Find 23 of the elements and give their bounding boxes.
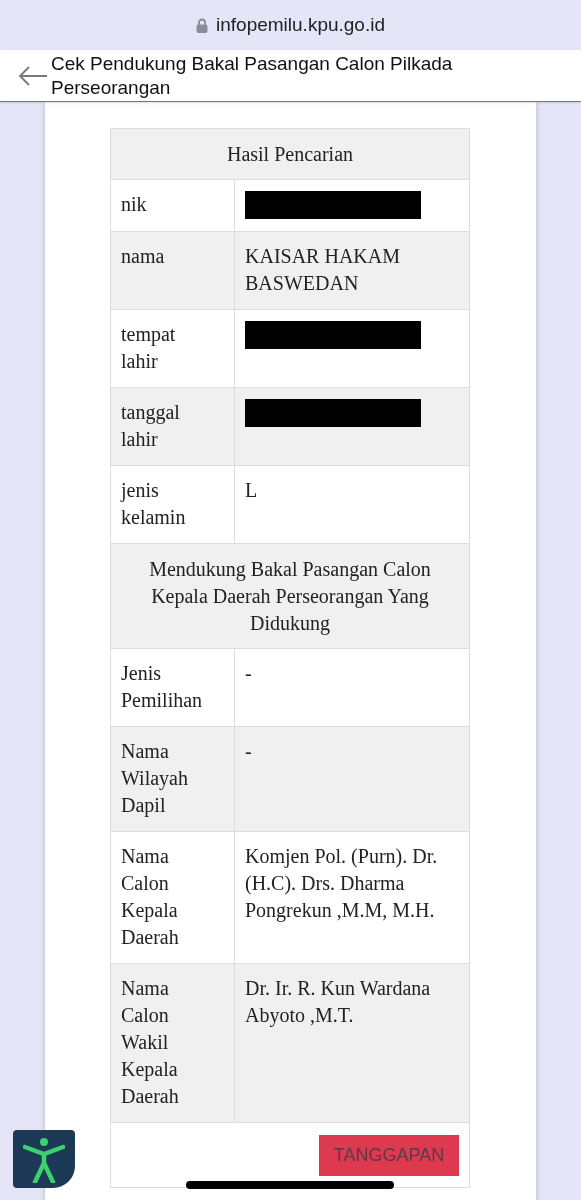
table-cell: tanggal lahir — [111, 388, 235, 465]
table-heading: Hasil Pencarian — [111, 129, 469, 180]
table-cell: jenis kelamin — [111, 466, 235, 543]
lock-icon — [196, 17, 208, 33]
table-cell: Nama Calon Kepala Daerah — [111, 832, 235, 963]
page-title: Cek Pendukung Bakal Pasangan Calon Pilkada Perseorangan — [51, 51, 454, 100]
table-cell: nama — [111, 232, 235, 309]
table-cell: Nama Wilayah Dapil — [111, 727, 235, 831]
table-heading: Mendukung Bakal Pasangan Calon Kepala Daerah Perseorangan Yang Didukung — [111, 544, 469, 649]
table-cell-text: Komjen Pol. (Purn). Dr. (H.C). Drs. Dharma Pongrekun ,M.M, M.H. — [245, 844, 439, 924]
table-cell-text: Dr. Ir. R. Kun Wardana Abyoto ,M.T. — [245, 976, 432, 1029]
table-cell-text: KAISAR HAKAM BASWEDAN — [245, 244, 401, 296]
table-cell: Nama Calon Wakil Kepala Daerah — [111, 964, 235, 1122]
address-url[interactable]: infopemilu.kpu.go.id — [216, 10, 385, 40]
table-cell: Jenis Pemilihan — [111, 649, 235, 726]
accessibility-icon — [23, 1135, 65, 1183]
table-cell-text: L — [245, 478, 259, 503]
back-arrow-icon[interactable] — [18, 65, 48, 86]
table-cell-text: - — [245, 739, 253, 764]
table-cell: tempat lahir — [111, 310, 235, 387]
table-cell-text: - — [245, 661, 253, 686]
accessibility-button[interactable] — [13, 1130, 75, 1188]
table-cell: nik — [111, 180, 235, 231]
